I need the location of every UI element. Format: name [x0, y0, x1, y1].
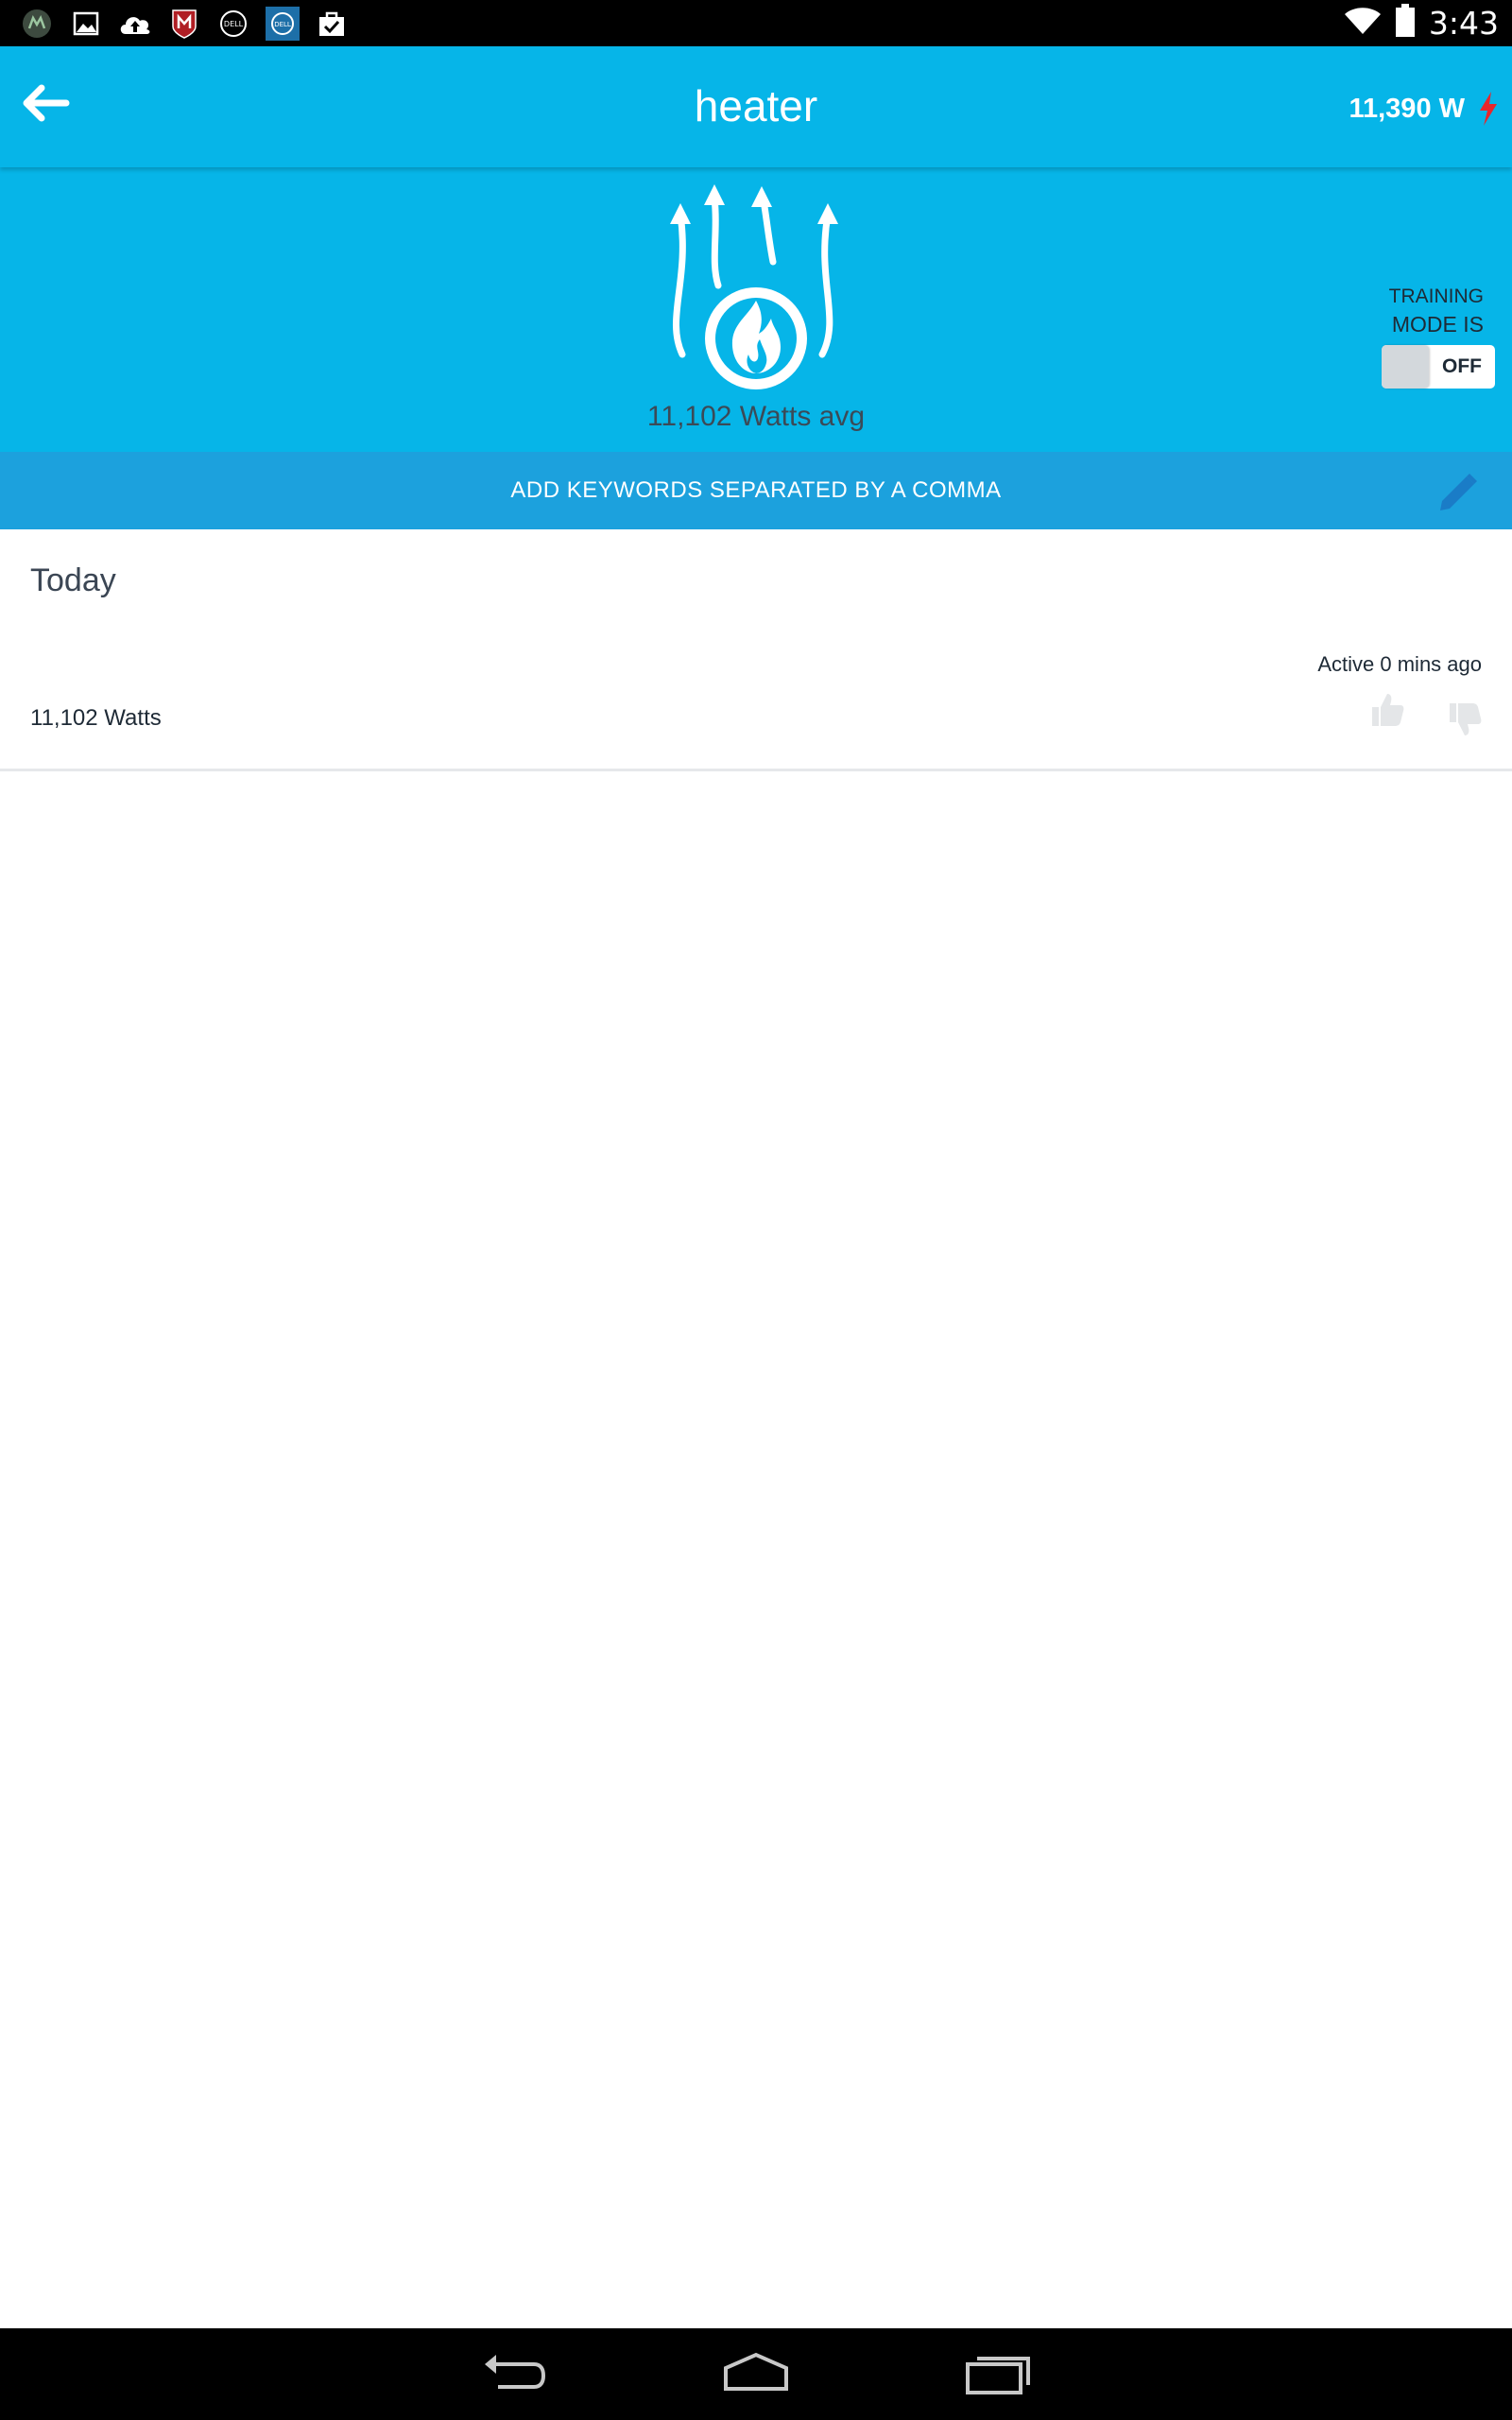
clock: 3:43	[1428, 5, 1499, 42]
nav-home-button[interactable]	[720, 2347, 792, 2400]
home-icon	[724, 2352, 788, 2391]
lightning-bolt-icon	[1478, 92, 1499, 126]
dell-app-icon: DELL	[265, 6, 301, 42]
heater-flame-icon	[662, 177, 850, 404]
keywords-bar[interactable]: ADD KEYWORDS SEPARATED BY A COMMA	[0, 452, 1512, 529]
training-label-line2: MODE IS	[1391, 312, 1484, 337]
usage-watts: 11,102 Watts	[30, 705, 162, 731]
system-nav-bar	[0, 2328, 1512, 2420]
total-power-reading[interactable]: 11,390 W	[1349, 92, 1499, 126]
shopping-bag-icon	[314, 6, 350, 42]
thumbs-down-icon[interactable]	[1446, 701, 1484, 739]
training-mode-label: TRAINING MODE IS	[1370, 285, 1484, 339]
training-mode-toggle[interactable]: OFF	[1382, 345, 1495, 389]
back-icon	[485, 2355, 546, 2389]
power-value: 11,390 W	[1349, 93, 1465, 124]
notification-icons: DELL DELL	[19, 6, 350, 42]
active-status: Active 0 mins ago	[1317, 652, 1482, 676]
training-label-line1: TRAINING	[1388, 285, 1484, 307]
battery-icon	[1395, 4, 1416, 43]
thumbs-up-icon[interactable]	[1368, 690, 1406, 728]
svg-text:DELL: DELL	[224, 20, 244, 28]
gallery-icon	[68, 6, 104, 42]
cloud-upload-icon	[117, 6, 153, 42]
recents-icon	[966, 2357, 1030, 2394]
wifi-icon	[1344, 7, 1382, 40]
keywords-placeholder: ADD KEYWORDS SEPARATED BY A COMMA	[510, 477, 1002, 503]
device-hero: 11,102 Watts avg TRAINING MODE IS OFF	[0, 167, 1512, 452]
page-title: heater	[694, 81, 818, 130]
average-watts-label: 11,102 Watts avg	[646, 401, 866, 432]
section-heading-today: Today	[30, 562, 116, 598]
status-bar: DELL DELL 3:43	[0, 0, 1512, 46]
toggle-knob	[1382, 345, 1429, 389]
svg-text:DELL: DELL	[274, 21, 291, 28]
app-icon	[19, 6, 55, 42]
divider	[0, 769, 1512, 771]
nav-back-button[interactable]	[477, 2347, 549, 2400]
pencil-icon[interactable]	[1435, 469, 1482, 516]
dell-icon: DELL	[215, 6, 251, 42]
mcafee-icon	[166, 6, 202, 42]
system-status: 3:43	[1344, 0, 1499, 46]
app-bar: heater 11,390 W	[0, 46, 1512, 167]
toggle-state-label: OFF	[1442, 355, 1482, 377]
nav-recents-button[interactable]	[962, 2347, 1034, 2400]
